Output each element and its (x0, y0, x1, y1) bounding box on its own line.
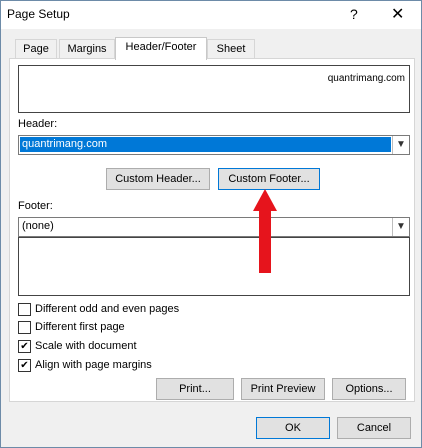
ok-button[interactable]: OK (256, 417, 330, 439)
page-setup-dialog: Page Setup ? ✕ Page Margins Header/Foote… (0, 0, 422, 448)
chevron-down-icon[interactable]: ▼ (392, 136, 409, 154)
header-preview-text: quantrimang.com (327, 73, 405, 84)
dialog-title: Page Setup (7, 7, 70, 21)
header-footer-panel: quantrimang.com Header: quantrimang.com … (9, 58, 415, 402)
checkbox-box[interactable] (18, 303, 31, 316)
footer-dropdown-value: (none) (22, 220, 54, 232)
custom-header-button[interactable]: Custom Header... (106, 168, 210, 190)
arrow-shaft (259, 209, 271, 273)
header-dropdown[interactable]: quantrimang.com ▼ (18, 135, 410, 155)
footer-dropdown[interactable]: (none) ▼ (18, 217, 410, 237)
header-preview: quantrimang.com (18, 65, 410, 113)
help-icon[interactable]: ? (350, 6, 358, 22)
chevron-down-icon[interactable]: ▼ (392, 218, 409, 236)
tab-page[interactable]: Page (15, 39, 57, 59)
tab-margins[interactable]: Margins (59, 39, 115, 59)
check-icon[interactable]: ✔ (18, 340, 31, 353)
footer-label: Footer: (18, 200, 53, 212)
tab-header-footer[interactable]: Header/Footer (115, 37, 207, 60)
dialog-button-bar: OK Cancel (1, 404, 422, 448)
header-dropdown-value: quantrimang.com (20, 137, 391, 152)
checkbox-label: Align with page margins (35, 359, 152, 371)
footer-preview (18, 237, 410, 296)
custom-footer-button[interactable]: Custom Footer... (218, 168, 320, 190)
print-preview-button[interactable]: Print Preview (241, 378, 325, 400)
check-icon[interactable]: ✔ (18, 359, 31, 372)
arrow-head (253, 189, 277, 211)
checkbox-box[interactable] (18, 321, 31, 334)
checkbox-label: Different odd and even pages (35, 303, 180, 315)
header-label: Header: (18, 118, 58, 130)
title-bar: Page Setup ? ✕ (1, 1, 421, 29)
tab-sheet[interactable]: Sheet (207, 39, 255, 59)
red-arrow-annotation (253, 189, 277, 273)
checkbox-label: Scale with document (35, 340, 137, 352)
close-icon[interactable]: ✕ (391, 4, 404, 24)
print-button[interactable]: Print... (156, 378, 234, 400)
cancel-button[interactable]: Cancel (337, 417, 411, 439)
options-button[interactable]: Options... (332, 378, 406, 400)
checkbox-label: Different first page (35, 321, 125, 333)
